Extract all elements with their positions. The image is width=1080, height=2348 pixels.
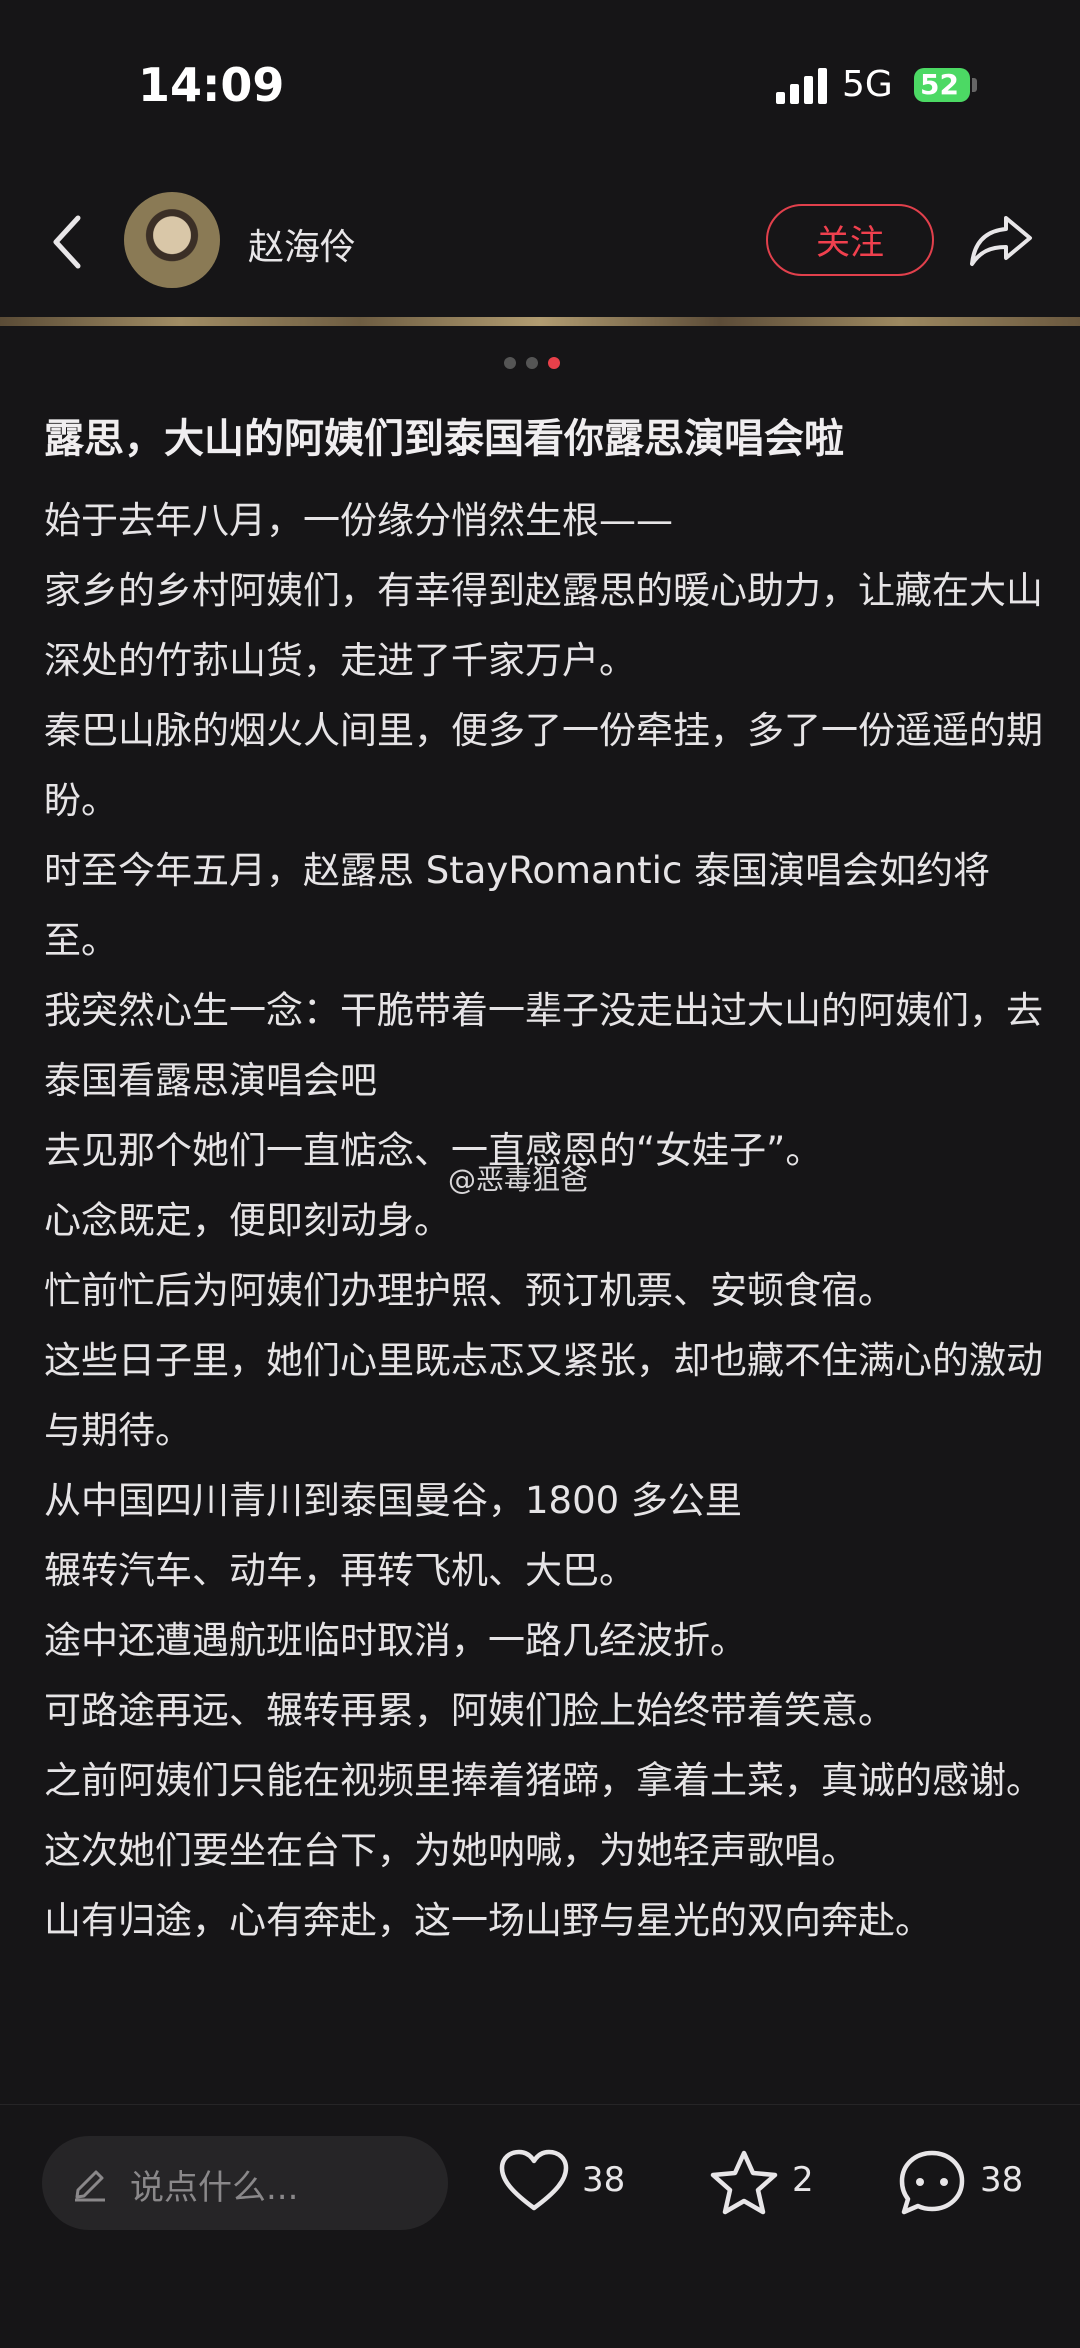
back-arrow-icon[interactable] <box>40 212 96 272</box>
post-title: 露思，大山的阿姨们到泰国看你露思演唱会啦 <box>44 416 844 462</box>
username[interactable]: 赵海伶 <box>248 218 356 270</box>
comment-placeholder: 说点什么... <box>130 2168 299 2208</box>
comment-button[interactable]: 38 <box>896 2148 1030 2218</box>
star-icon <box>710 2150 778 2215</box>
divider <box>0 2104 1080 2105</box>
watermark: @恶毒狙爸 <box>448 1163 589 1196</box>
network-type: 5G <box>842 64 893 105</box>
post-paragraph: 时至今年五月，赵露思 StayRomantic 泰国演唱会如约将至。 <box>44 849 991 962</box>
favorite-count: 2 <box>792 2160 814 2200</box>
post-paragraph: 这些日子里，她们心里既忐忑又紧张，却也藏不住满心的激动与期待。 <box>44 1339 1043 1452</box>
share-icon[interactable] <box>968 210 1034 270</box>
heart-icon <box>499 2149 569 2211</box>
post-paragraph: 从中国四川青川到泰国曼谷，1800 多公里 <box>44 1479 742 1522</box>
post-paragraph: 辗转汽车、动车，再转飞机、大巴。 <box>44 1549 636 1592</box>
post-paragraph: 始于去年八月，一份缘分悄然生根—— <box>44 499 673 542</box>
carousel-dot <box>526 357 538 369</box>
carousel-dot <box>504 357 516 369</box>
battery-level: 52 <box>920 68 959 101</box>
post-body: 始于去年八月，一份缘分悄然生根—— 家乡的乡村阿姨们，有幸得到赵露思的暖心助力，… <box>44 486 1044 1956</box>
carousel-indicator <box>504 354 570 369</box>
post-paragraph: 家乡的乡村阿姨们，有幸得到赵露思的暖心助力，让藏在大山深处的竹荪山货，走进了千家… <box>44 569 1043 682</box>
post-paragraph: 秦巴山脉的烟火人间里，便多了一份牵挂，多了一份遥遥的期盼。 <box>44 709 1043 822</box>
post-paragraph: 可路途再远、辗转再累，阿姨们脸上始终带着笑意。 <box>44 1689 895 1732</box>
like-count: 38 <box>582 2160 626 2200</box>
photo-carousel-edge[interactable] <box>0 317 1080 326</box>
post-paragraph: 我突然心生一念：干脆带着一辈子没走出过大山的阿姨们，去泰国看露思演唱会吧 <box>44 989 1043 1102</box>
battery-icon: 52 <box>914 68 970 102</box>
comment-bubble-icon <box>899 2150 965 2215</box>
post-paragraph: 途中还遭遇航班临时取消，一路几经波折。 <box>44 1619 747 1662</box>
post-paragraph: 山有归途，心有奔赴，这一场山野与星光的双向奔赴。 <box>44 1899 932 1942</box>
like-button[interactable]: 38 <box>498 2148 632 2218</box>
post-paragraph: 这次她们要坐在台下，为她呐喊，为她轻声歌唱。 <box>44 1829 858 1872</box>
pencil-icon <box>75 2170 105 2202</box>
post-paragraph: 之前阿姨们只能在视频里捧着猪蹄，拿着土菜，真诚的感谢。 <box>44 1759 1043 1802</box>
status-time: 14:09 <box>138 58 285 112</box>
battery-cap <box>972 78 977 92</box>
follow-button[interactable]: 关注 <box>766 204 934 276</box>
comment-input[interactable]: 说点什么... <box>42 2136 448 2230</box>
comment-count: 38 <box>980 2160 1024 2200</box>
carousel-dot-active <box>548 357 560 369</box>
post-paragraph: 忙前忙后为阿姨们办理护照、预订机票、安顿食宿。 <box>44 1269 895 1312</box>
avatar[interactable] <box>124 192 220 288</box>
signal-icon <box>776 68 828 104</box>
favorite-button[interactable]: 2 <box>708 2148 818 2218</box>
